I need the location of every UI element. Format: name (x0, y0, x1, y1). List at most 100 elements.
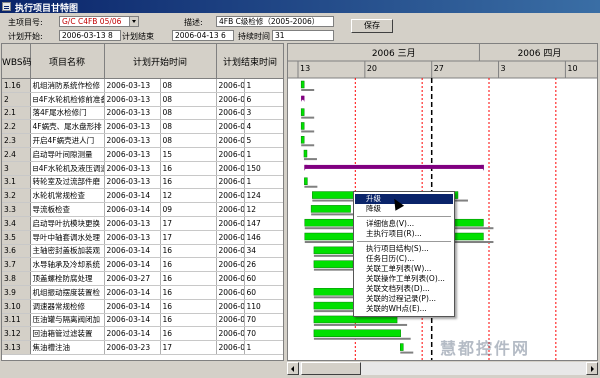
end-time-cell: 2006-03-13 17 (216, 175, 245, 190)
task-bar (313, 329, 401, 338)
project-no-dropdown[interactable]: G/C C4FB 05/06 (59, 16, 139, 27)
wbs-code-cell: 1.16 (2, 78, 31, 93)
start-date-cell: 2006-03-27 (104, 271, 161, 286)
table-row[interactable]: 3.10调速器常规检修2006-03-14162006-03-27 18110 (2, 299, 283, 314)
end-time-cell: 2006-03-27 18 (216, 285, 245, 300)
baseline-bar (313, 337, 411, 340)
task-name-cell: ⊟4F水轮机及液压调速系 (30, 161, 105, 176)
table-row[interactable]: 3.3导流板检查2006-03-14092006-03-18 1212 (2, 202, 283, 217)
task-name-cell: 启动导叶抗模块更换 (30, 216, 105, 231)
duration-cell: 60 (244, 285, 283, 300)
table-row[interactable]: 1.16机组消防系统作检修2006-03-13082006-03-13 091 (2, 78, 283, 93)
table-row[interactable]: 3.1转轮室及过流部件磨2006-03-13162006-03-13 171 (2, 175, 283, 190)
col-header-wbs[interactable]: WBS码 (2, 44, 32, 79)
context-menu-item[interactable]: 详细信息(V)... (355, 219, 453, 229)
table-row[interactable]: 3.11压油罐与隔离阀闭加2006-03-14162006-03-23 0970 (2, 313, 283, 328)
end-time-cell: 2006-03-23 18 (216, 340, 245, 355)
table-row[interactable]: 2.4启动导叶间隙测量2006-03-13152006-03-13 161 (2, 147, 283, 162)
wbs-code-cell: 3.9 (2, 285, 31, 300)
start-date-cell: 2006-03-14 (104, 202, 161, 217)
chevron-down-icon[interactable] (129, 17, 138, 26)
wbs-code-cell: 3.2 (2, 188, 31, 204)
task-bar (300, 136, 305, 144)
desc-field[interactable]: 4FB C级检修（2005-2006） (216, 16, 334, 27)
start-hour-cell: 16 (160, 326, 217, 342)
start-hour-cell: 16 (160, 244, 217, 259)
baseline-bar (303, 158, 317, 161)
table-row[interactable]: 2.1落4F尾水检修门2006-03-13082006-03-13 113 (2, 106, 283, 121)
task-name-cell: 顶盖螺栓防腐处理 (30, 271, 105, 286)
duration-field[interactable]: 31 (272, 30, 334, 41)
start-date-cell: 2006-03-14 (104, 257, 161, 273)
context-menu-item[interactable]: 任务日历(C)... (355, 254, 453, 264)
scroll-left-icon[interactable] (287, 362, 299, 375)
context-menu-item[interactable]: 关联操作工单列表(O)... (355, 274, 453, 284)
task-name-cell: 水轮机常规检查 (30, 188, 105, 204)
table-row[interactable]: 3.5导叶中轴套调水处理2006-03-13172006-04-01 10146 (2, 230, 283, 245)
end-time-cell: 2006-03-27 18 (216, 299, 245, 314)
table-row[interactable]: 3.7水导轴承及冷却系统2006-03-14162006-03-18 1826 (2, 257, 283, 273)
app-icon (2, 2, 11, 11)
table-row[interactable]: 3.4启动导叶抗模块更换2006-03-13172006-04-01 10147 (2, 216, 283, 231)
start-hour-cell: 12 (160, 188, 217, 204)
horizontal-scrollbar[interactable] (1, 361, 598, 377)
summary-bar (304, 164, 484, 169)
context-menu-item[interactable]: 升级 (355, 194, 453, 204)
baseline-bar (301, 144, 315, 147)
table-row[interactable]: 2.24F蜗壳、尾水盘形排2006-03-13082006-03-13 124 (2, 119, 283, 135)
wbs-grid[interactable]: WBS码 项目名称 计划开始时间 计划结束时间 1.16 机组消防系统作检修 200… (1, 43, 284, 361)
desc-label: 描述: (184, 18, 203, 27)
plan-end-field[interactable]: 2006-04-13 6 (172, 30, 234, 41)
context-menu-item[interactable]: 关联的WH点(E)... (355, 304, 453, 314)
table-row[interactable]: 2⊟4F水轮机检修前准备措2006-03-13082006-03-13 166 (2, 92, 283, 107)
col-header-start[interactable]: 计划开始时间 (104, 44, 217, 79)
start-date-cell: 2006-03-23 (104, 340, 161, 355)
table-row[interactable]: 3.2水轮机常规检查2006-03-14122006-03-29 18124 (2, 188, 283, 204)
table-row[interactable]: 3.12回油箱管过滤装置2006-03-14162006-03-23 1870 (2, 326, 283, 342)
start-hour-cell: 08 (160, 133, 217, 148)
context-menu-item[interactable]: 关联文档列表(D)... (355, 284, 453, 294)
table-row[interactable]: 3.13焦油槽注油2006-03-23172006-03-23 181 (2, 340, 283, 355)
table-row[interactable]: 3.8顶盖螺栓防腐处理2006-03-27162006-03-27 1860 (2, 271, 283, 286)
end-time-cell: 2006-03-23 09 (216, 313, 245, 328)
col-header-name[interactable]: 项目名称 (30, 44, 105, 79)
table-row[interactable]: 2.3开启4F蜗壳进人门2006-03-13082006-03-13 155 (2, 133, 283, 148)
start-hour-cell: 15 (160, 147, 217, 162)
wbs-code-cell: 3.3 (2, 202, 31, 217)
end-time-cell: 2006-03-13 15 (216, 133, 245, 148)
task-bar (310, 205, 351, 213)
baseline-bar (304, 185, 318, 188)
scrollbar-thumb[interactable] (301, 362, 361, 375)
plan-start-label: 计划开始: (8, 32, 43, 41)
task-name-cell: ⊟4F水轮机检修前准备措 (30, 92, 105, 107)
start-date-cell: 2006-03-13 (104, 175, 161, 190)
context-menu-item[interactable]: 关联的过程记录(P)... (355, 294, 453, 304)
context-menu-item[interactable]: 主执行项目(R)... (355, 229, 453, 239)
wbs-code-cell: 3 (2, 161, 31, 176)
start-date-cell: 2006-03-13 (104, 119, 161, 135)
end-time-cell: 2006-03-23 18 (216, 326, 245, 342)
duration-cell: 147 (244, 216, 283, 231)
context-menu-item[interactable]: 执行项目结构(S)... (355, 244, 453, 254)
col-header-end[interactable]: 计划结束时间 (216, 44, 283, 79)
start-hour-cell: 16 (160, 175, 217, 190)
menu-separator (357, 241, 451, 242)
wbs-code-cell: 3.4 (2, 216, 31, 231)
end-time-cell: 2006-03-29 18 (216, 188, 245, 204)
plan-start-field[interactable]: 2006-03-13 8 (59, 30, 121, 41)
wbs-code-cell: 3.6 (2, 244, 31, 259)
table-row[interactable]: 3.9机组振动摆度装置检2006-03-14162006-03-27 1860 (2, 285, 283, 300)
table-row[interactable]: 3.6主轴密封盖板加装观2006-03-14162006-03-18 1834 (2, 244, 283, 259)
day-label: 3 (501, 64, 506, 73)
start-date-cell: 2006-03-13 (104, 147, 161, 162)
context-menu-item[interactable]: 关联工单列表(W)... (355, 264, 453, 274)
duration-cell: 6 (244, 92, 283, 107)
end-time-cell: 2006-03-13 16 (216, 92, 245, 107)
task-bar (300, 122, 305, 130)
scroll-right-icon[interactable] (586, 362, 598, 375)
end-time-cell: 2006-03-13 16 (216, 147, 245, 162)
table-row[interactable]: 3⊟4F水轮机及液压调速系2006-03-13162006-04-01 1115… (2, 161, 283, 176)
save-button[interactable]: 保存 (351, 19, 393, 33)
task-name-cell: 焦油槽注油 (30, 340, 105, 355)
start-date-cell: 2006-03-13 (104, 230, 161, 245)
